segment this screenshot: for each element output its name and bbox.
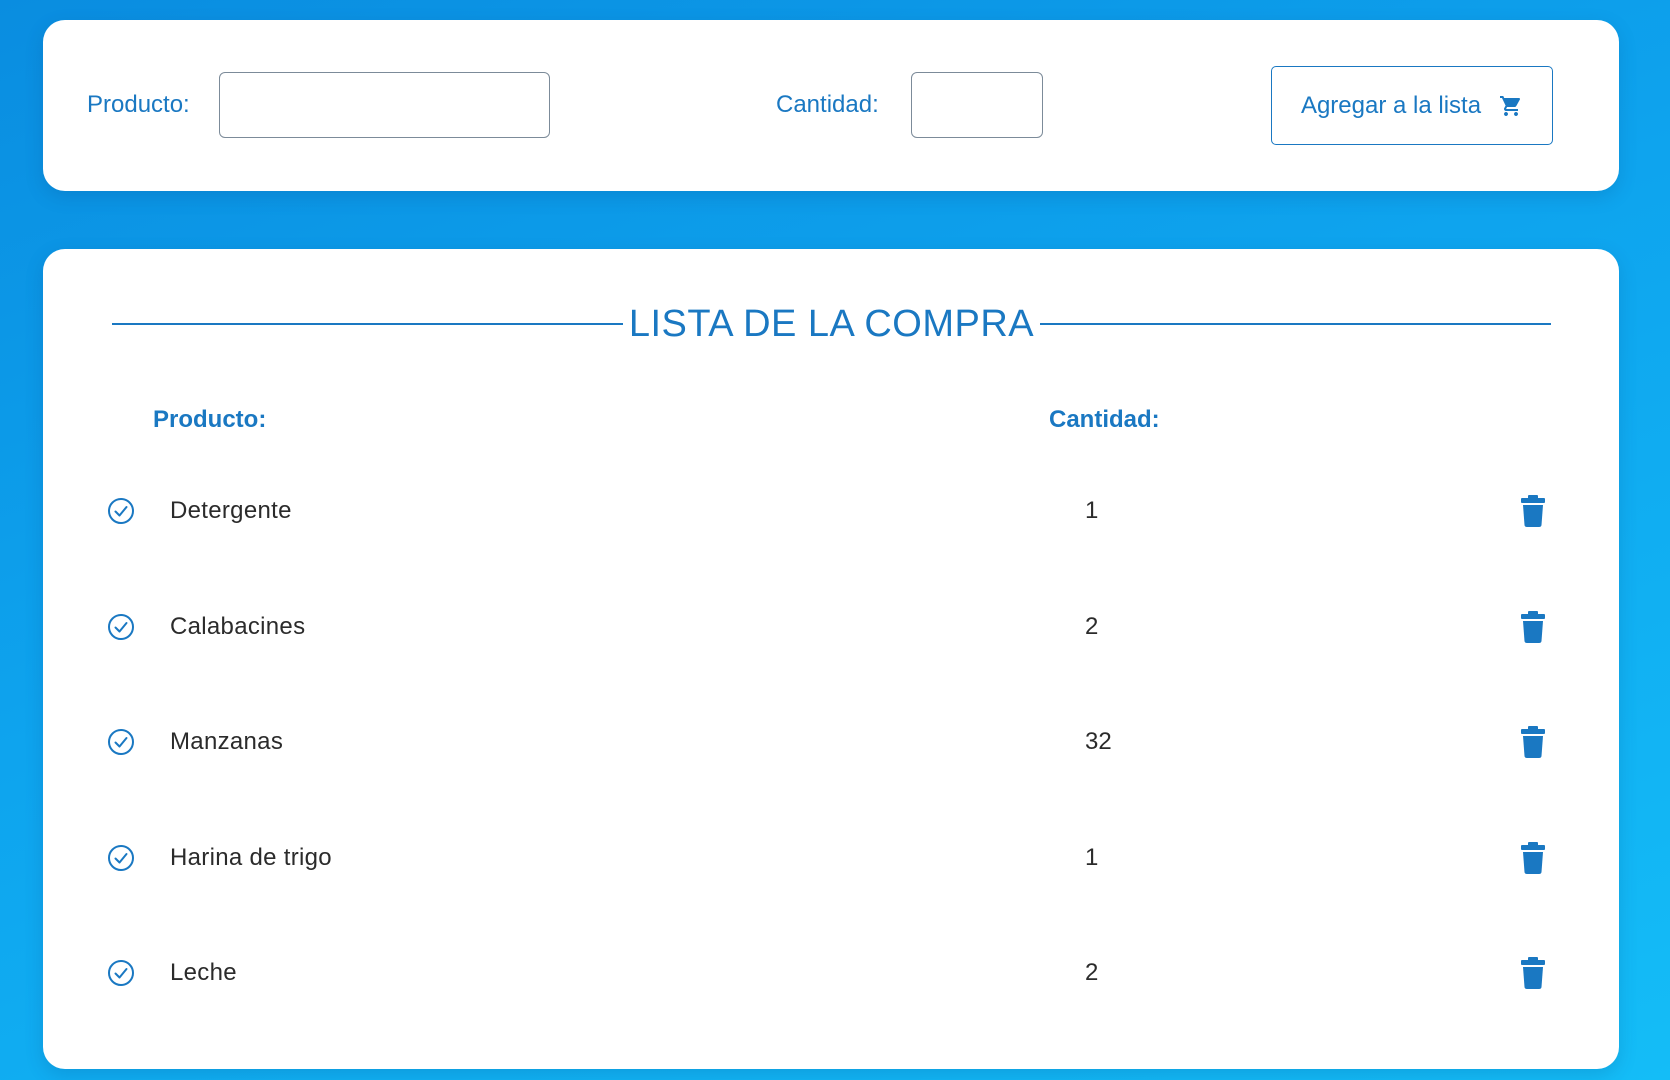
item-quantity: 2 xyxy=(1085,613,1099,640)
check-circle-icon[interactable] xyxy=(107,959,135,987)
check-circle-icon[interactable] xyxy=(107,728,135,756)
trash-icon[interactable] xyxy=(1521,726,1545,758)
add-to-list-label: Agregar a la lista xyxy=(1300,91,1482,119)
add-item-form: Producto: Cantidad: Agregar a la lista xyxy=(43,20,1619,191)
shopping-list-card: LISTA DE LA COMPRA Producto: Cantidad: D… xyxy=(43,249,1619,1069)
item-quantity: 32 xyxy=(1085,728,1112,755)
list-item: Manzanas 32 xyxy=(43,712,1619,772)
list-item: Calabacines 2 xyxy=(43,597,1619,657)
add-to-list-button[interactable]: Agregar a la lista xyxy=(1271,66,1553,145)
product-input[interactable] xyxy=(219,72,550,138)
quantity-label: Cantidad: xyxy=(776,91,879,118)
trash-icon[interactable] xyxy=(1521,611,1545,643)
cart-icon xyxy=(1499,94,1523,118)
shopping-list: Detergente 1 Calabacines 2 Manzanas 32 H… xyxy=(43,249,1619,1069)
trash-icon[interactable] xyxy=(1521,957,1545,989)
check-circle-icon[interactable] xyxy=(107,844,135,872)
trash-icon[interactable] xyxy=(1521,495,1545,527)
item-name: Harina de trigo xyxy=(170,844,332,871)
check-circle-icon[interactable] xyxy=(107,613,135,641)
item-name: Leche xyxy=(170,959,237,986)
item-quantity: 1 xyxy=(1085,497,1099,524)
check-circle-icon[interactable] xyxy=(107,497,135,525)
list-item: Detergente 1 xyxy=(43,481,1619,541)
item-name: Manzanas xyxy=(170,728,284,755)
item-quantity: 1 xyxy=(1085,844,1099,871)
item-name: Detergente xyxy=(170,497,292,524)
list-item: Leche 2 xyxy=(43,943,1619,1003)
item-quantity: 2 xyxy=(1085,959,1099,986)
item-name: Calabacines xyxy=(170,613,306,640)
trash-icon[interactable] xyxy=(1521,842,1545,874)
list-item: Harina de trigo 1 xyxy=(43,828,1619,888)
quantity-input[interactable] xyxy=(911,72,1043,138)
product-label: Producto: xyxy=(87,91,190,118)
